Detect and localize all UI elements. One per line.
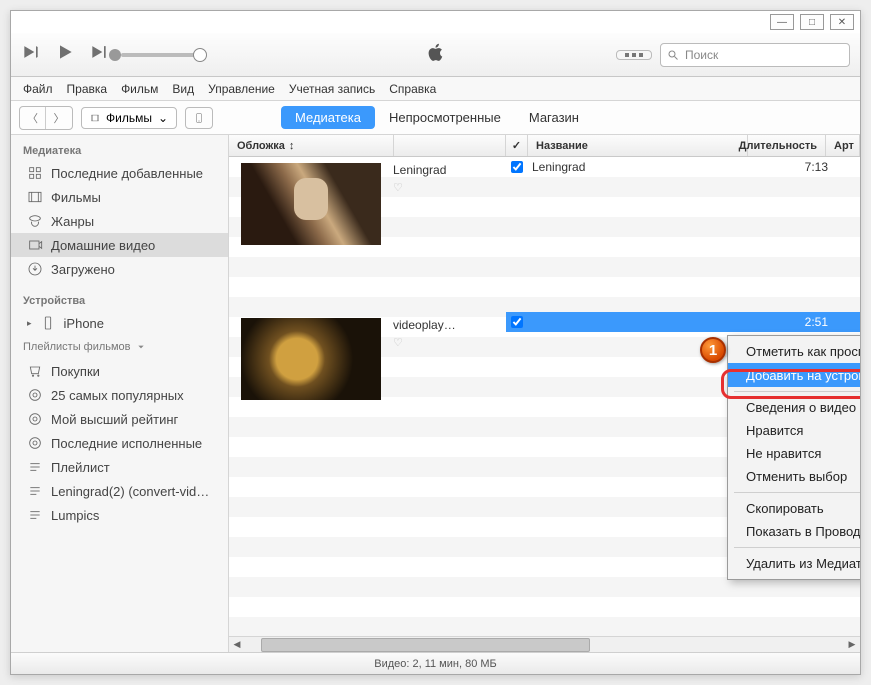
- nav-back-button[interactable]: 〈: [20, 107, 46, 129]
- sidebar-item-recent[interactable]: Последние добавленные: [11, 161, 228, 185]
- row-name: Leningrad: [528, 160, 758, 174]
- rows-container: Leningrad ♡ Leningrad 7:13 videoplay… ♡: [229, 157, 860, 636]
- ctx-deselect[interactable]: Отменить выбор: [728, 465, 860, 488]
- row-duration: 2:51: [758, 315, 836, 329]
- media-source-combo[interactable]: Фильмы ⌄: [81, 107, 177, 129]
- next-track-button[interactable]: [89, 42, 109, 67]
- volume-slider[interactable]: [121, 53, 201, 57]
- sidebar-item-recentplayed[interactable]: Последние исполненные: [11, 431, 228, 455]
- table-row[interactable]: Leningrad ♡ Leningrad 7:13: [229, 157, 860, 307]
- menu-edit[interactable]: Правка: [67, 82, 108, 96]
- video-thumbnail[interactable]: [241, 163, 381, 245]
- sidebar-item-toprated[interactable]: Мой высший рейтинг: [11, 407, 228, 431]
- horizontal-scrollbar[interactable]: ◀ ▶: [229, 636, 860, 652]
- sidebar-item-movies[interactable]: Фильмы: [11, 185, 228, 209]
- col-check[interactable]: ✓: [506, 135, 528, 156]
- col-artist[interactable]: Арт: [826, 135, 860, 156]
- menu-account[interactable]: Учетная запись: [289, 82, 375, 96]
- scroll-right-button[interactable]: ▶: [844, 638, 860, 652]
- menu-help[interactable]: Справка: [389, 82, 436, 96]
- tab-library[interactable]: Медиатека: [281, 106, 375, 129]
- context-menu: Отметить как просмотренное Добавить на у…: [727, 335, 860, 580]
- nav-forward-button[interactable]: 〉: [46, 107, 72, 129]
- tab-unwatched[interactable]: Непросмотренные: [375, 106, 515, 129]
- sidebar-header-devices: Устройства: [11, 291, 228, 311]
- apple-logo-icon: [425, 41, 447, 68]
- sidebar-header-library: Медиатека: [11, 141, 228, 161]
- annotation-badge-1: 1: [700, 337, 726, 363]
- sidebar-item-playlist[interactable]: Плейлист: [11, 455, 228, 479]
- love-icon[interactable]: ♡: [393, 336, 493, 349]
- toolbar: 〈 〉 Фильмы ⌄ Медиатека Непросмотренные М…: [11, 101, 860, 135]
- chevron-down-icon: [137, 343, 145, 351]
- col-cover[interactable]: Обложка ↕: [229, 135, 394, 156]
- love-icon[interactable]: ♡: [393, 181, 493, 194]
- col-name[interactable]: Название: [528, 135, 748, 156]
- menubar: Файл Правка Фильм Вид Управление Учетная…: [11, 77, 860, 101]
- ctx-dislike[interactable]: Не нравится: [728, 442, 860, 465]
- row-checkbox[interactable]: [511, 316, 523, 328]
- ctx-add-to-device[interactable]: Добавить на устройство ▸: [728, 363, 860, 387]
- disclosure-triangle-icon[interactable]: ▸: [27, 318, 32, 329]
- sidebar-item-purchases[interactable]: Покупки: [11, 359, 228, 383]
- sidebar: Медиатека Последние добавленные Фильмы Ж…: [11, 135, 229, 652]
- sidebar-item-home-videos[interactable]: Домашние видео: [11, 233, 228, 257]
- ctx-mark-watched[interactable]: Отметить как просмотренное: [728, 340, 860, 363]
- sidebar-item-leningrad2[interactable]: Leningrad(2) (convert-vid…: [11, 479, 228, 503]
- ctx-like[interactable]: Нравится: [728, 419, 860, 442]
- row-title: videoplay…: [393, 318, 493, 332]
- chevron-down-icon: ⌄: [158, 111, 168, 125]
- sidebar-item-downloaded[interactable]: Загружено: [11, 257, 228, 281]
- ctx-copy[interactable]: Скопировать: [728, 497, 860, 520]
- maximize-button[interactable]: □: [800, 14, 824, 30]
- menu-movie[interactable]: Фильм: [121, 82, 158, 96]
- ctx-show-in-explorer[interactable]: Показать в Проводнике Windows: [728, 520, 860, 543]
- scroll-thumb[interactable]: [261, 638, 590, 652]
- col-duration[interactable]: Длительность: [748, 135, 826, 156]
- ctx-separator: [734, 547, 860, 548]
- search-placeholder: Поиск: [685, 48, 718, 62]
- menu-file[interactable]: Файл: [23, 82, 53, 96]
- sidebar-item-lumpics[interactable]: Lumpics: [11, 503, 228, 527]
- sidebar-item-genres[interactable]: Жанры: [11, 209, 228, 233]
- minimize-button[interactable]: —: [770, 14, 794, 30]
- prev-track-button[interactable]: [21, 42, 41, 67]
- menu-controls[interactable]: Управление: [208, 82, 275, 96]
- sort-icon: ↕: [289, 140, 295, 152]
- column-header: Обложка ↕ ✓ Название Длительность Арт: [229, 135, 860, 157]
- row-duration: 7:13: [758, 160, 836, 174]
- playback-bar: Поиск: [11, 33, 860, 77]
- close-button[interactable]: ✕: [830, 14, 854, 30]
- menu-view[interactable]: Вид: [172, 82, 194, 96]
- row-title: Leningrad: [393, 163, 493, 177]
- nav-back-forward[interactable]: 〈 〉: [19, 106, 73, 130]
- content-area: Обложка ↕ ✓ Название Длительность Арт Le…: [229, 135, 860, 652]
- col-title-spacer: [394, 135, 506, 156]
- device-button[interactable]: [185, 107, 213, 129]
- app-window: — □ ✕ Поиск Файл Правка Фильм Вид Управл…: [10, 10, 861, 675]
- ctx-separator: [734, 391, 860, 392]
- view-mode-button[interactable]: [616, 50, 652, 60]
- search-input[interactable]: Поиск: [660, 43, 850, 67]
- row-checkbox[interactable]: [511, 161, 523, 173]
- scroll-left-button[interactable]: ◀: [229, 638, 245, 652]
- status-bar: Видео: 2, 11 мин, 80 МБ: [11, 652, 860, 674]
- ctx-video-info[interactable]: Сведения о видео: [728, 396, 860, 419]
- status-text: Видео: 2, 11 мин, 80 МБ: [374, 658, 497, 670]
- sidebar-item-iphone[interactable]: ▸iPhone: [11, 311, 228, 335]
- video-thumbnail[interactable]: [241, 318, 381, 400]
- play-button[interactable]: [55, 42, 75, 67]
- ctx-delete-from-library[interactable]: Удалить из Медиатеки: [728, 552, 860, 575]
- sidebar-item-top25[interactable]: 25 самых популярных: [11, 383, 228, 407]
- sidebar-header-playlists[interactable]: Плейлисты фильмов: [11, 335, 228, 359]
- ctx-separator: [734, 492, 860, 493]
- titlebar: — □ ✕: [11, 11, 860, 33]
- tab-store[interactable]: Магазин: [515, 106, 593, 129]
